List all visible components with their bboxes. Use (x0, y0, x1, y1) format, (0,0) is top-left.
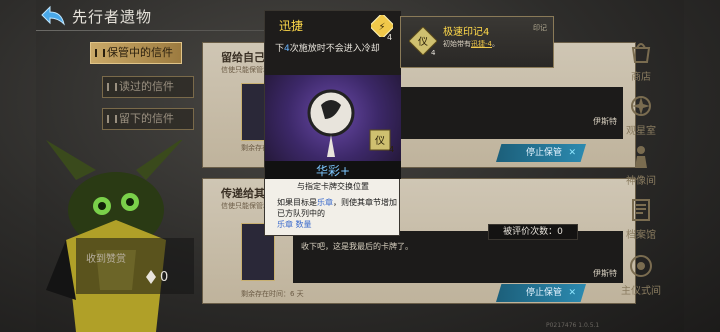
effect-highlight: 乐章 (317, 198, 333, 207)
rating-count-box: 被评价次数：0 (488, 224, 578, 240)
mark-description: 初始带有迅捷-4。 (443, 39, 499, 49)
nav-label-shop: 商店 (631, 72, 651, 83)
receive-label: 收到赞赏 (86, 254, 126, 265)
messenger-creature-art (46, 140, 183, 332)
tab-read-letters[interactable]: 读过的信件 (102, 76, 194, 98)
stop-keeping-button[interactable]: 停止保管 (496, 284, 586, 302)
praise-icon (146, 270, 156, 284)
rating-label: 被评价次数： (503, 227, 558, 237)
cost-emblem-icon: 仪 (369, 129, 391, 151)
nav-label-observatory: 观星室 (626, 126, 656, 137)
mark-desc-prefix: 初始带有 (443, 40, 471, 48)
card-effect-line2: 如果目标是乐章，则使其章节增加已方队列中的 乐章 数量 (277, 197, 397, 230)
archive-icon (632, 199, 650, 221)
ritual-icon (630, 255, 652, 277)
page-title: 先行者遗物 (72, 8, 153, 26)
effect-text-a: 如果目标是 (277, 198, 317, 207)
svg-text:⚡: ⚡ (378, 22, 385, 33)
svg-text:仪: 仪 (375, 135, 385, 147)
rating-value: 0 (557, 227, 563, 237)
nav-label-archive: 档案馆 (626, 230, 656, 241)
stop-keeping-label: 停止保管 (526, 288, 563, 298)
mark-desc-link[interactable]: 迅捷-4 (471, 40, 492, 48)
tab-stored-letters[interactable]: 保管中的信件 (90, 42, 182, 64)
mark-desc-suffix: 。 (491, 40, 499, 48)
tooltip-title: 迅捷 (279, 19, 304, 33)
tooltip-desc-prefix: 下 (275, 44, 285, 54)
tab-label: 留下的信件 (119, 112, 174, 125)
letter-subtitle: 信使只能保管着 (221, 66, 270, 74)
card-name: 华彩+ (315, 164, 351, 178)
nav-label-statue: 神像间 (626, 176, 656, 187)
nav-item-archive[interactable]: 档案馆 (618, 196, 664, 246)
stop-keeping-label: 停止保管 (526, 148, 563, 158)
nav-item-ritual[interactable]: 主仪式间 (618, 252, 664, 302)
statue-icon (635, 146, 647, 168)
tab-left-letters[interactable]: 留下的信件 (102, 108, 194, 130)
receive-panel (76, 238, 194, 294)
shop-icon (631, 43, 651, 63)
mark-popup: 仪 4 极速印记4 印记 初始带有迅捷-4。 (400, 16, 554, 68)
tab-label: 读过的信件 (119, 80, 174, 93)
letter-subtitle: 信使只能保管着 (221, 202, 270, 210)
svg-text:仪: 仪 (418, 36, 428, 48)
nav-label-ritual: 主仪式间 (621, 286, 661, 297)
nav-item-observatory[interactable]: 观星室 (618, 92, 664, 142)
card-effect-line1: 与指定卡牌交换位置 (297, 182, 369, 191)
letter-remaining-time: 剩余存在时间：6 天 (241, 290, 304, 298)
effect-text-c: 乐章 数量 (277, 220, 312, 229)
back-arrow-icon[interactable] (40, 4, 66, 26)
tooltip-cost-top: 4 (387, 33, 393, 42)
tab-label: 保管中的信件 (107, 46, 173, 59)
main-stage: 先行者遗物 收到赞赏 0 保管中的信件 读过的信件 留下的信件 留给自己的 信使… (0, 0, 720, 332)
card-tooltip: 迅捷 ⚡ 4 下4次施放时不会进入冷却 仪 4 华彩+ 与指定卡牌交换位置 如果… (264, 10, 401, 236)
version-label: P0217476 1.0.5.1 (546, 322, 600, 329)
mark-tag: 印记 (533, 24, 547, 32)
nav-item-statue[interactable]: 神像间 (618, 142, 664, 192)
receive-count: 0 (160, 270, 169, 285)
letter-message-text: 收下吧，这是我最后的卡牌了。 (301, 242, 413, 251)
nav-item-shop[interactable]: 商店 (618, 38, 664, 88)
mark-title: 极速印记4 (443, 27, 490, 38)
observatory-icon (631, 96, 651, 116)
letter-signature: 伊斯特 (593, 117, 617, 126)
tooltip-description: 下4次施放时不会进入冷却 (275, 41, 380, 54)
letter-signature: 伊斯特 (593, 269, 617, 278)
tooltip-desc-suffix: 次施放时不会进入冷却 (289, 44, 380, 54)
letter-title: 传递给其 (221, 187, 265, 200)
mark-badge: 4 (431, 49, 436, 57)
tooltip-cost-bottom: 4 (389, 145, 395, 154)
stop-keeping-button[interactable]: 停止保管 (496, 144, 586, 162)
